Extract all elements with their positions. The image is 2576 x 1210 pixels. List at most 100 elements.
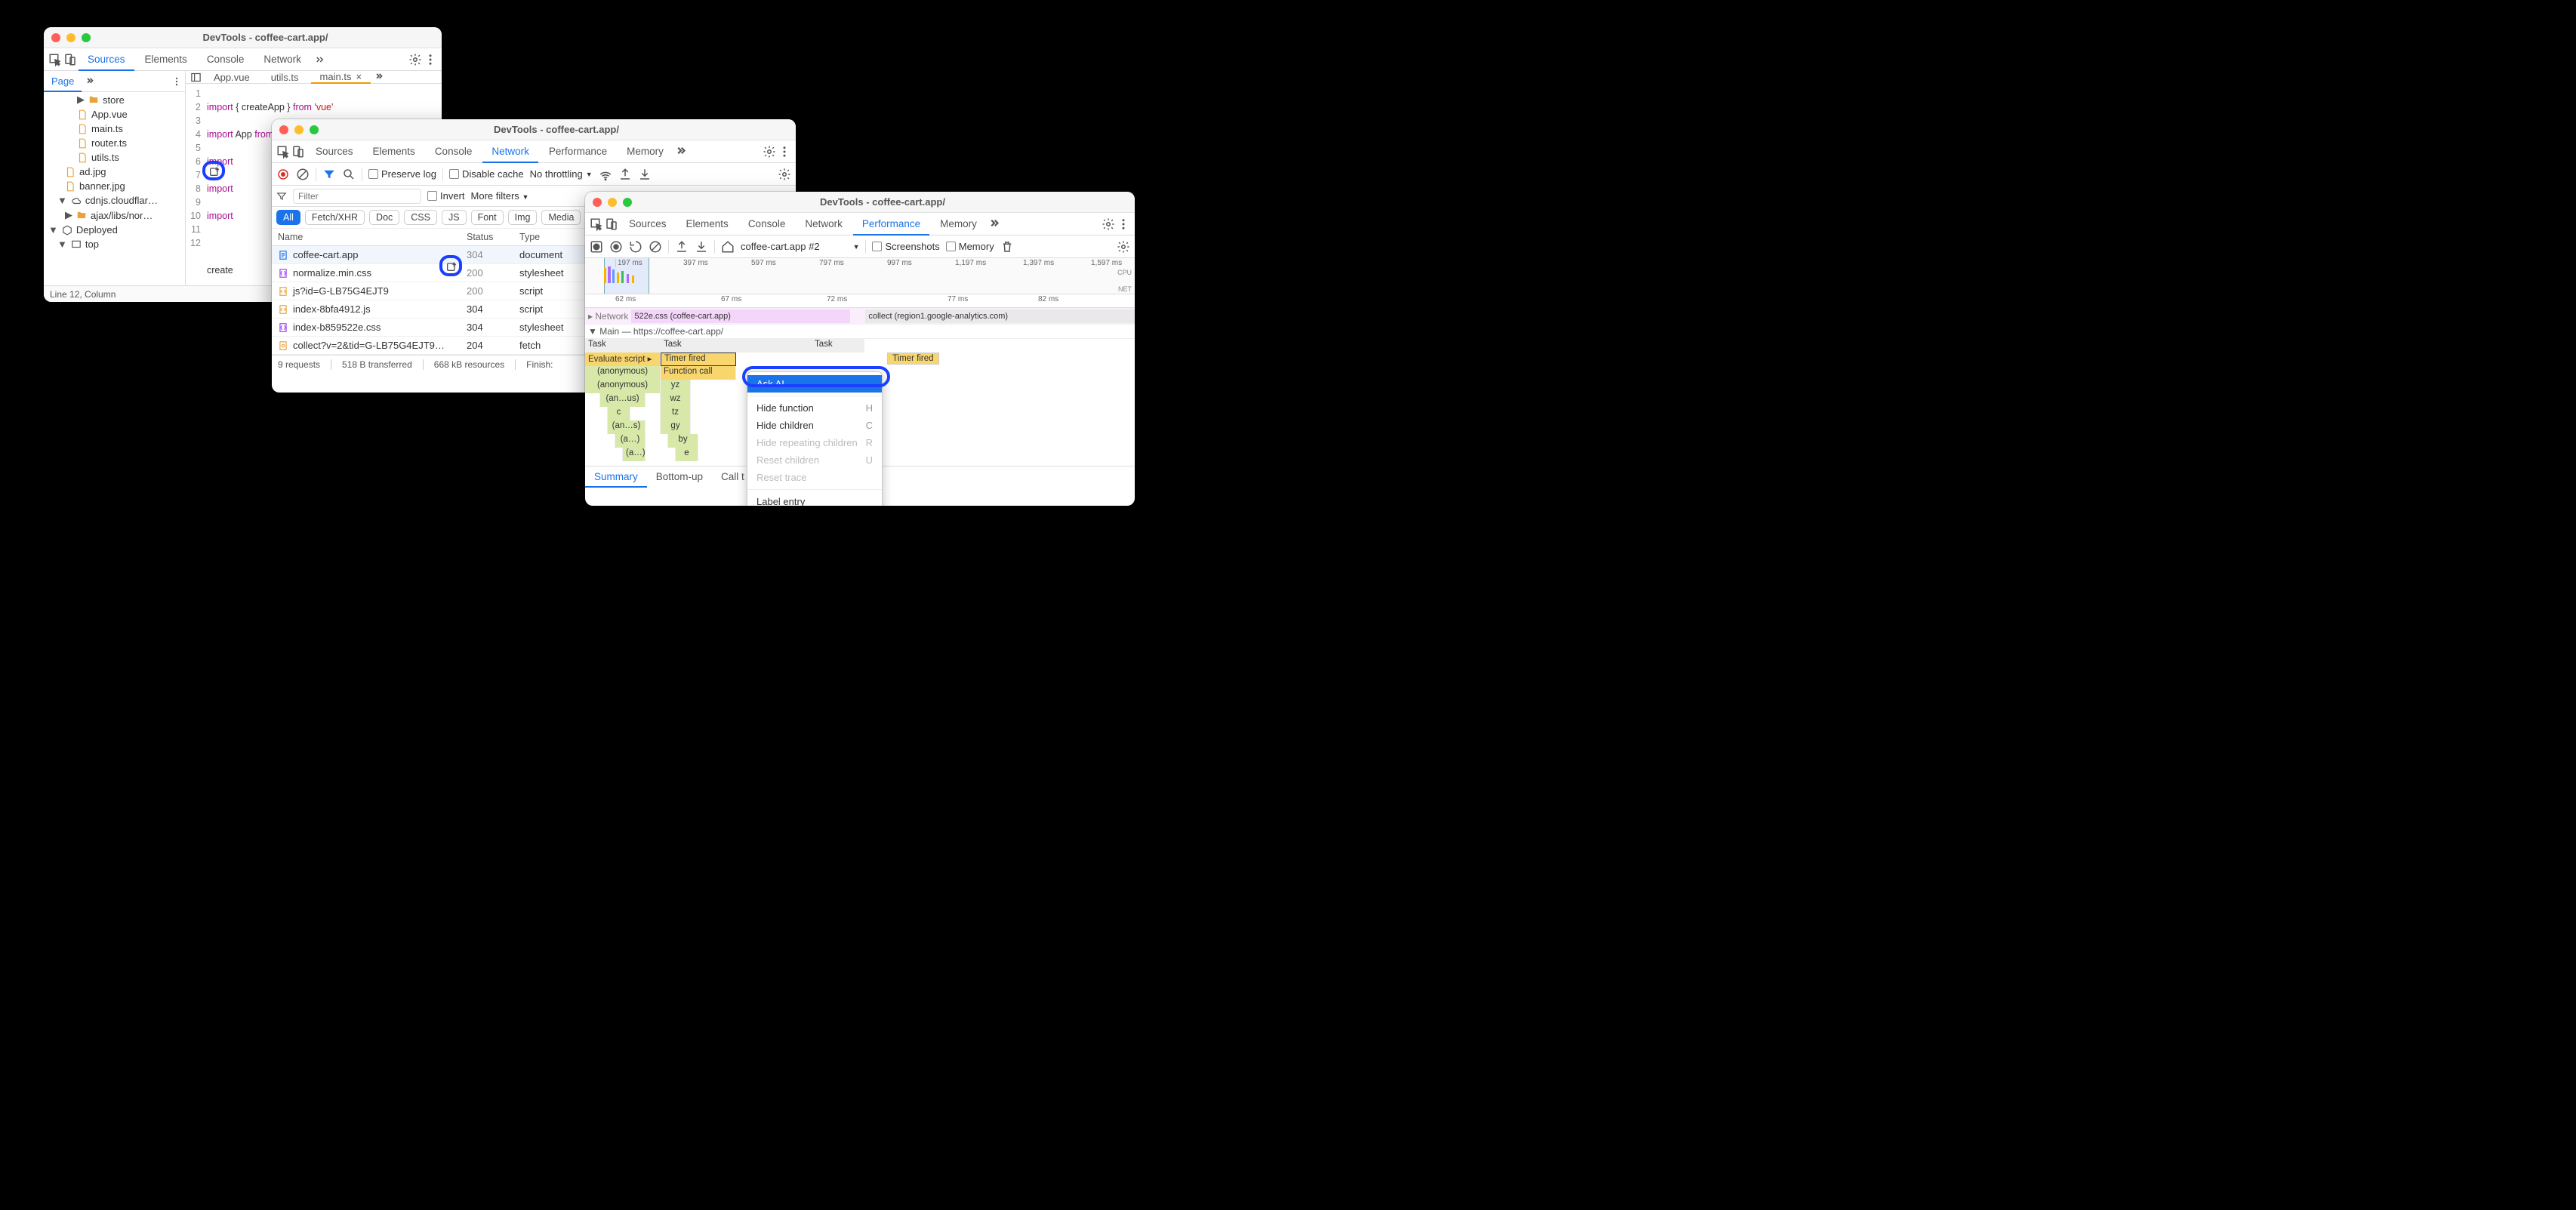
- chip-media[interactable]: Media: [541, 210, 581, 225]
- more-tabs-icon[interactable]: [674, 145, 688, 159]
- invert-checkbox[interactable]: Invert: [427, 190, 465, 202]
- tree-node-top[interactable]: ▼top: [44, 237, 185, 251]
- bottomup-tab[interactable]: Bottom-up: [647, 466, 712, 487]
- more-editor-tabs-icon[interactable]: [374, 72, 384, 82]
- show-navigator-icon[interactable]: [190, 72, 202, 83]
- recording-select[interactable]: coffee-cart.app #2▼: [741, 241, 859, 252]
- more-tabs-icon[interactable]: [988, 217, 1001, 231]
- tab-elements[interactable]: Elements: [364, 140, 424, 162]
- memory-checkbox[interactable]: Memory: [946, 241, 994, 252]
- tree-file-appvue[interactable]: App.vue: [44, 107, 185, 122]
- tab-sources[interactable]: Sources: [79, 49, 134, 71]
- tab-console[interactable]: Console: [426, 140, 482, 162]
- tree-node-cdn[interactable]: ▼cdnjs.cloudflar…: [44, 193, 185, 208]
- gc-icon[interactable]: [1000, 240, 1014, 254]
- ctx-ask-ai[interactable]: Ask AI: [747, 375, 882, 393]
- zoom-dot[interactable]: [310, 125, 319, 134]
- tree-file-bannerjpg[interactable]: banner.jpg: [44, 179, 185, 193]
- tab-performance[interactable]: Performance: [853, 214, 929, 236]
- clear-icon[interactable]: [296, 168, 310, 181]
- zoom-dot[interactable]: [623, 198, 632, 207]
- close-dot[interactable]: [51, 33, 60, 42]
- kebab-icon[interactable]: [778, 145, 791, 159]
- flame-timer-fired-2[interactable]: Timer fired: [887, 353, 939, 365]
- tree-file-maints[interactable]: main.ts: [44, 122, 185, 136]
- tree-file-routerts[interactable]: router.ts: [44, 136, 185, 150]
- filter-input[interactable]: [293, 189, 421, 204]
- tab-sources[interactable]: Sources: [307, 140, 362, 162]
- summary-tab[interactable]: Summary: [585, 467, 647, 488]
- more-tabs-icon[interactable]: [312, 53, 325, 66]
- zoom-dot[interactable]: [82, 33, 91, 42]
- tab-elements[interactable]: Elements: [136, 48, 196, 70]
- chip-img[interactable]: Img: [508, 210, 538, 225]
- home-icon[interactable]: [721, 240, 735, 254]
- minimize-dot[interactable]: [294, 125, 304, 134]
- chip-fetchxhr[interactable]: Fetch/XHR: [305, 210, 365, 225]
- close-dot[interactable]: [593, 198, 602, 207]
- small-filter-icon[interactable]: [276, 191, 287, 202]
- editor-tab-utilsts[interactable]: utils.ts: [262, 71, 308, 83]
- ctx-label-entry[interactable]: Label entry: [747, 493, 882, 506]
- tree-file-utilsts[interactable]: utils.ts: [44, 150, 185, 165]
- ctx-hide-children[interactable]: Hide childrenC: [747, 417, 882, 434]
- chip-all[interactable]: All: [276, 210, 300, 225]
- preserve-log-checkbox[interactable]: Preserve log: [368, 168, 436, 180]
- tab-console[interactable]: Console: [739, 213, 795, 235]
- settings-icon[interactable]: [408, 53, 422, 66]
- panel-settings-icon[interactable]: [1117, 240, 1130, 254]
- download-har-icon[interactable]: [638, 168, 652, 181]
- chip-css[interactable]: CSS: [404, 210, 437, 225]
- filter-icon[interactable]: [322, 168, 336, 181]
- chip-js[interactable]: JS: [442, 210, 467, 225]
- chip-font[interactable]: Font: [471, 210, 504, 225]
- kebab-icon[interactable]: [424, 53, 437, 66]
- device-icon[interactable]: [605, 217, 618, 231]
- panel-settings-icon[interactable]: [778, 168, 791, 181]
- clear-icon[interactable]: [649, 240, 662, 254]
- record-icon[interactable]: [590, 240, 603, 254]
- ctx-hide-function[interactable]: Hide functionH: [747, 399, 882, 417]
- network-track[interactable]: ▸ Network 522e.css (coffee-cart.app) col…: [585, 308, 1135, 325]
- inspect-icon[interactable]: [48, 53, 62, 66]
- upload-har-icon[interactable]: [618, 168, 632, 181]
- disable-cache-checkbox[interactable]: Disable cache: [449, 168, 524, 180]
- close-dot[interactable]: [279, 125, 288, 134]
- editor-tab-appvue[interactable]: App.vue: [205, 71, 259, 83]
- more-page-tabs-icon[interactable]: [85, 76, 95, 87]
- page-tab[interactable]: Page: [44, 72, 82, 92]
- main-track-header[interactable]: ▼ Main — https://coffee-cart.app/: [585, 325, 1135, 339]
- tab-elements[interactable]: Elements: [677, 213, 738, 235]
- throttling-select[interactable]: No throttling▼: [530, 168, 593, 180]
- inspect-icon[interactable]: [276, 145, 290, 159]
- record-icon[interactable]: [276, 168, 290, 181]
- settings-icon[interactable]: [763, 145, 776, 159]
- kebab-icon[interactable]: [1117, 217, 1130, 231]
- minimize-dot[interactable]: [608, 198, 617, 207]
- more-filters-select[interactable]: More filters ▼: [471, 190, 529, 202]
- record-circle-icon[interactable]: [609, 240, 623, 254]
- tab-memory[interactable]: Memory: [931, 213, 986, 235]
- tree-folder-store[interactable]: ▶store: [44, 92, 185, 107]
- kebab-small-icon[interactable]: [171, 76, 182, 87]
- tree-node-ajax[interactable]: ▶ajax/libs/nor…: [44, 208, 185, 223]
- tab-network[interactable]: Network: [254, 48, 310, 70]
- close-tab-icon[interactable]: ×: [356, 71, 362, 82]
- device-icon[interactable]: [291, 145, 305, 159]
- upload-icon[interactable]: [675, 240, 689, 254]
- screenshots-checkbox[interactable]: Screenshots: [872, 241, 939, 252]
- inspect-icon[interactable]: [590, 217, 603, 231]
- tree-node-deployed[interactable]: ▼Deployed: [44, 223, 185, 237]
- tab-console[interactable]: Console: [198, 48, 254, 70]
- tree-file-adjpg[interactable]: ad.jpg: [44, 165, 185, 179]
- tab-performance[interactable]: Performance: [540, 140, 616, 162]
- reload-icon[interactable]: [629, 240, 642, 254]
- editor-tab-maints[interactable]: main.ts×: [311, 72, 371, 84]
- tab-network[interactable]: Network: [796, 213, 852, 235]
- tab-sources[interactable]: Sources: [620, 213, 676, 235]
- tab-memory[interactable]: Memory: [618, 140, 673, 162]
- settings-icon[interactable]: [1102, 217, 1115, 231]
- download-icon[interactable]: [695, 240, 708, 254]
- search-icon[interactable]: [342, 168, 356, 181]
- network-conditions-icon[interactable]: [599, 168, 612, 181]
